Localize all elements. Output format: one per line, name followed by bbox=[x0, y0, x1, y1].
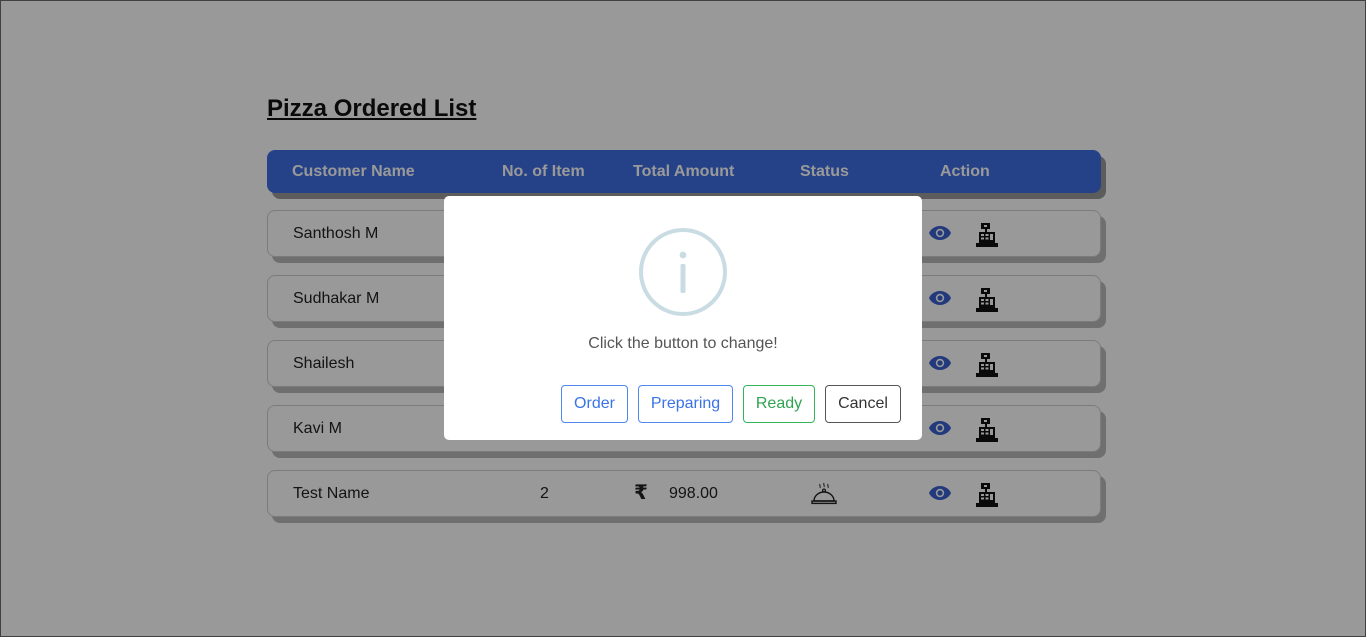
status-change-dialog: Click the button to change! Order Prepar… bbox=[444, 196, 922, 440]
order-button[interactable]: Order bbox=[561, 385, 628, 423]
cancel-button[interactable]: Cancel bbox=[825, 385, 901, 423]
ready-button[interactable]: Ready bbox=[743, 385, 815, 423]
dialog-message: Click the button to change! bbox=[588, 335, 778, 352]
preparing-button[interactable]: Preparing bbox=[638, 385, 733, 423]
info-icon bbox=[639, 228, 727, 316]
